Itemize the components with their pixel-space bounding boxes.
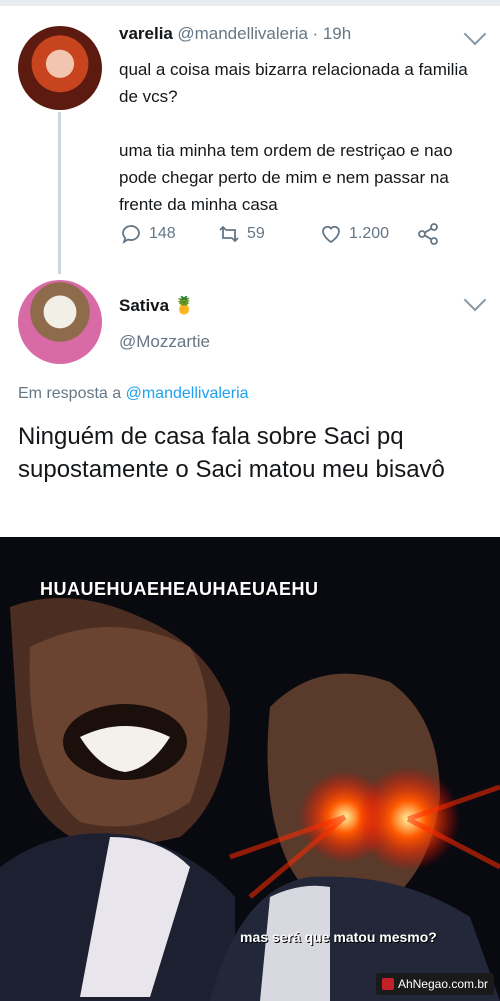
author-name[interactable]: Sativa 🍍 <box>119 296 195 316</box>
tweet-actions: 148 59 1.200 <box>119 222 449 250</box>
reply-icon <box>122 225 140 245</box>
author-handle[interactable]: @mandellivaleria <box>177 24 308 43</box>
meme-image: HUAUEHUAEHEAUHAEUAEHU mas será que matou… <box>0 537 500 1001</box>
avatar[interactable] <box>18 280 102 364</box>
reply-button[interactable]: 148 <box>119 222 176 246</box>
author-name[interactable]: varelia <box>119 24 173 43</box>
original-tweet: varelia @mandellivaleria · 19h qual a co… <box>0 6 500 276</box>
share-button[interactable] <box>416 222 440 246</box>
reply-context: Em resposta a @mandellivaleria <box>18 385 249 403</box>
meme-top-caption: HUAUEHUAEHEAUHAEUAEHU <box>40 579 319 599</box>
tweet-header: varelia @mandellivaleria · 19h <box>119 24 351 44</box>
logo-icon <box>381 978 394 990</box>
author-name-text: Sativa <box>119 296 170 315</box>
retweet-icon <box>219 225 239 243</box>
tweet-text: qual a coisa mais bizarra relacionada a … <box>119 60 468 214</box>
retweet-button[interactable]: 59 <box>217 222 265 246</box>
like-button[interactable]: 1.200 <box>319 222 389 246</box>
meme-bottom-caption: mas será que matou mesmo? <box>240 929 437 945</box>
tweet-time[interactable]: · 19h <box>312 24 351 43</box>
reply-to-link[interactable]: @mandellivaleria <box>126 385 249 402</box>
chevron-down-icon[interactable] <box>463 22 487 46</box>
watermark: AhNegao.com.br <box>375 973 494 995</box>
reply-prefix: Em resposta a <box>18 385 122 402</box>
share-icon <box>418 223 438 245</box>
pineapple-icon: 🍍 <box>173 296 195 315</box>
avatar[interactable] <box>18 26 102 110</box>
like-count: 1.200 <box>349 225 390 242</box>
thread-line <box>58 112 61 274</box>
chevron-down-icon[interactable] <box>463 288 487 312</box>
like-icon <box>322 225 340 244</box>
watermark-text: AhNegao.com.br <box>397 977 488 991</box>
tweet-text: Ninguém de casa fala sobre Saci pq supos… <box>18 423 445 483</box>
reply-count: 148 <box>149 225 176 242</box>
retweet-count: 59 <box>247 225 265 242</box>
author-handle[interactable]: @Mozzartie <box>119 332 210 352</box>
